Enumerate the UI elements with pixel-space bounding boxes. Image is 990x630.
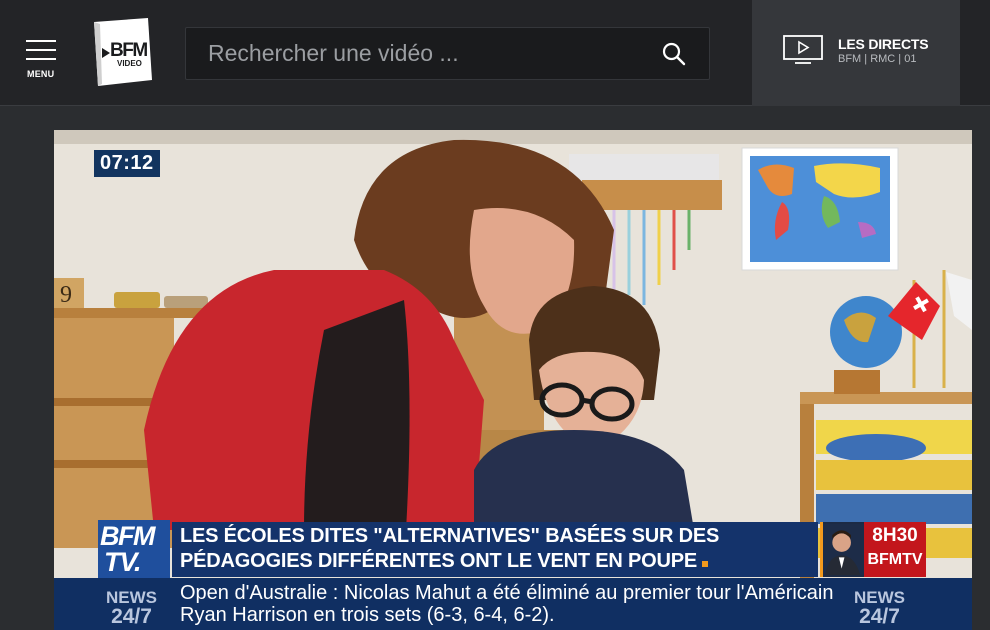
presenter-thumbnail bbox=[820, 522, 864, 577]
page: MENU BFM VIDEO LES DIRECTS BFM | RMC | 0… bbox=[0, 0, 990, 630]
news-24-7-label: 24/7 bbox=[111, 605, 152, 628]
news-24-7-tag-right: NEWS 24/7 bbox=[854, 588, 905, 628]
video-duration-badge: 07:12 bbox=[94, 150, 160, 177]
news-headline-banner: LES ÉCOLES DITES "ALTERNATIVES" BASÉES S… bbox=[172, 522, 818, 577]
headline-line2: PÉDAGOGIES DIFFÉRENTES ONT LE VENT EN PO… bbox=[180, 550, 709, 573]
hamburger-icon bbox=[26, 40, 56, 42]
search-input[interactable] bbox=[186, 28, 646, 79]
channel-logo-line2: TV. bbox=[104, 547, 142, 577]
bfmtv-channel-logo: BFM TV. bbox=[98, 520, 170, 580]
search-bar bbox=[185, 27, 710, 80]
news-24-7-tag-left: NEWS 24/7 bbox=[106, 588, 157, 628]
logo-main-text: BFM bbox=[110, 40, 147, 61]
orange-dot-icon bbox=[702, 561, 709, 567]
menu-button[interactable]: MENU bbox=[22, 36, 62, 82]
bfm-video-logo[interactable]: BFM VIDEO bbox=[86, 18, 156, 88]
live-subtitle: BFM | RMC | 01 bbox=[838, 53, 917, 65]
ticker-text: Open d'Australie : Nicolas Mahut a été é… bbox=[180, 582, 834, 626]
logo-sub-text: VIDEO bbox=[117, 59, 142, 68]
hamburger-icon-bar bbox=[26, 58, 56, 60]
presenter-avatar bbox=[823, 523, 864, 576]
show-channel: BFMTV bbox=[867, 551, 923, 568]
site-header: MENU BFM VIDEO LES DIRECTS BFM | RMC | 0… bbox=[0, 0, 990, 106]
news-24-7-label: 24/7 bbox=[859, 605, 900, 628]
tv-play-icon bbox=[783, 35, 823, 64]
news-ticker: NEWS 24/7 Open d'Australie : Nicolas Mah… bbox=[54, 578, 972, 630]
show-time: 8H30 bbox=[872, 525, 918, 546]
video-player[interactable]: 9 07:12 BFM TV. LES ÉCOLES DITES "ALTERN… bbox=[54, 130, 972, 630]
headline-line2-text: PÉDAGOGIES DIFFÉRENTES ONT LE VENT EN PO… bbox=[180, 550, 698, 572]
live-directs-button[interactable]: LES DIRECTS BFM | RMC | 01 bbox=[752, 0, 960, 106]
live-title: LES DIRECTS bbox=[838, 36, 929, 52]
show-time-badge: 8H30 BFMTV bbox=[864, 522, 926, 577]
headline-line1: LES ÉCOLES DITES "ALTERNATIVES" BASÉES S… bbox=[180, 525, 720, 547]
menu-label: MENU bbox=[27, 69, 55, 79]
svg-text:9: 9 bbox=[60, 282, 72, 308]
search-icon[interactable] bbox=[661, 41, 687, 67]
hamburger-icon-bar bbox=[26, 49, 56, 51]
